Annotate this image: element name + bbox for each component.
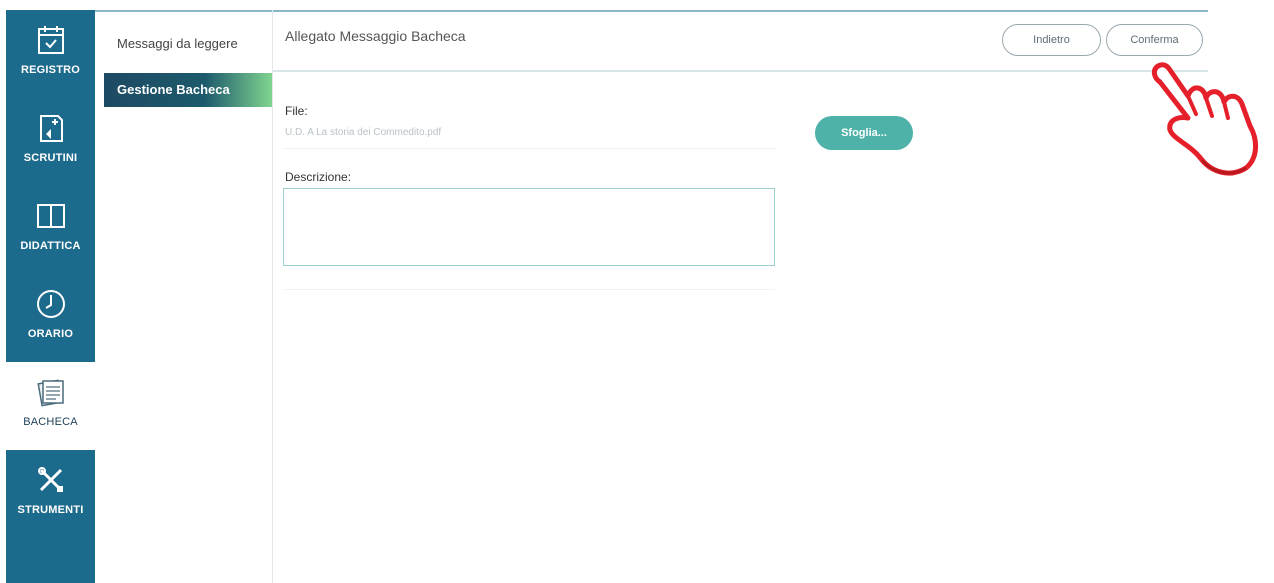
noticeboard-icon [31,372,71,412]
calendar-check-icon [31,20,71,60]
file-label: File: [285,104,308,118]
clock-icon [31,284,71,324]
nav-label: SCRUTINI [23,152,78,164]
browse-button[interactable]: Sfoglia... [815,116,913,150]
back-button[interactable]: Indietro [1002,24,1101,56]
confirm-button[interactable]: Conferma [1106,24,1203,56]
file-field-underline [283,148,775,149]
nav-label: BACHECA [23,416,78,428]
nav-label: DIDATTICA [20,240,81,252]
document-add-icon [31,108,71,148]
nav-label: ORARIO [27,328,74,340]
nav-registro[interactable]: REGISTRO [6,10,95,98]
page-header: Allegato Messaggio Bacheca Indietro Conf… [273,12,1208,72]
nav-bacheca[interactable]: BACHECA [6,362,95,450]
nav-didattica[interactable]: DIDATTICA [6,186,95,274]
page-title: Allegato Messaggio Bacheca [285,28,466,44]
nav-orario[interactable]: ORARIO [6,274,95,362]
nav-strumenti[interactable]: STRUMENTI [6,450,95,538]
tools-icon [31,460,71,500]
file-name-field: U.D. A La storia dei Commedito.pdf [285,127,442,138]
nav-label: STRUMENTI [17,504,84,516]
description-textarea[interactable] [283,188,775,266]
description-label: Descrizione: [285,170,352,184]
nav-label: REGISTRO [20,64,81,76]
bacheca-submenu: Messaggi da leggere Gestione Bacheca [104,10,273,583]
submenu-messaggi-da-leggere[interactable]: Messaggi da leggere [104,27,272,61]
book-icon [31,196,71,236]
form-divider [283,289,775,290]
nav-scrutini[interactable]: SCRUTINI [6,98,95,186]
pointing-hand-icon [1150,60,1260,180]
submenu-gestione-bacheca[interactable]: Gestione Bacheca [104,73,272,107]
main-nav-rail: REGISTRO SCRUTINI DIDATTICA ORARIO BACHE… [6,10,95,583]
